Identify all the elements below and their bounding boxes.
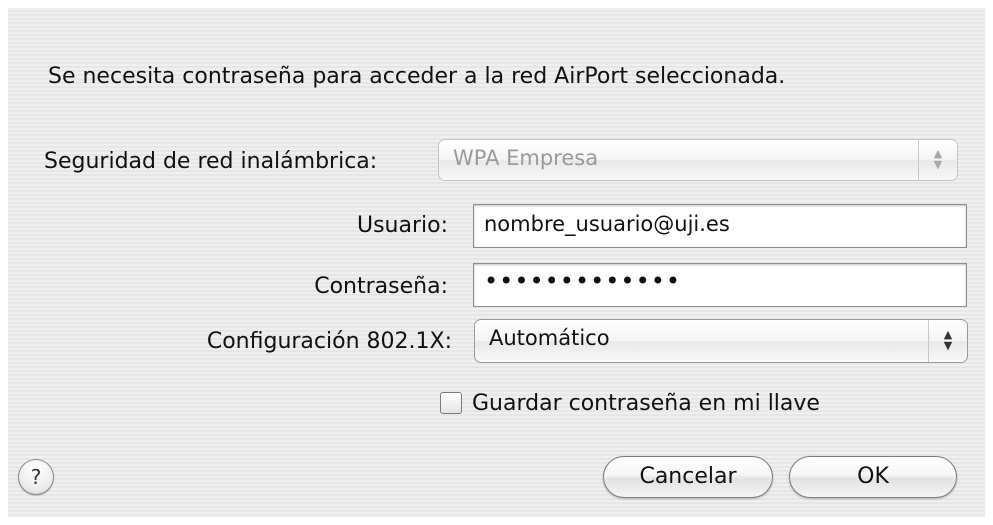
config-value: Automático [489, 326, 610, 350]
question-mark-icon: ? [30, 465, 42, 489]
keychain-label[interactable]: Guardar contraseña en mi llave [472, 391, 820, 416]
keychain-checkbox[interactable] [440, 392, 462, 414]
dialog-message: Se necesita contraseña para acceder a la… [48, 64, 786, 89]
password-label: Contraseña: [314, 274, 448, 299]
user-value: nombre_usuario@uji.es [484, 212, 730, 236]
security-value: WPA Empresa [453, 146, 599, 170]
config-popup[interactable]: Automático ▲ ▼ [474, 319, 968, 363]
password-value: ••••••••••••• [484, 267, 682, 295]
user-field[interactable]: nombre_usuario@uji.es [473, 204, 967, 248]
dialog-sheet: Se necesita contraseña para acceder a la… [8, 8, 985, 517]
user-label: Usuario: [356, 213, 448, 238]
ok-button[interactable]: OK [789, 456, 957, 498]
config-label: Configuración 802.1X: [206, 329, 452, 354]
cancel-button[interactable]: Cancelar [603, 456, 773, 498]
security-label: Seguridad de red inalámbrica: [44, 149, 378, 174]
help-button[interactable]: ? [18, 459, 54, 495]
security-popup: WPA Empresa ▲ ▼ [438, 139, 958, 181]
password-field[interactable]: ••••••••••••• [473, 263, 967, 307]
up-down-arrows-icon: ▲ ▼ [928, 320, 967, 362]
up-down-arrows-icon: ▲ ▼ [918, 140, 957, 180]
